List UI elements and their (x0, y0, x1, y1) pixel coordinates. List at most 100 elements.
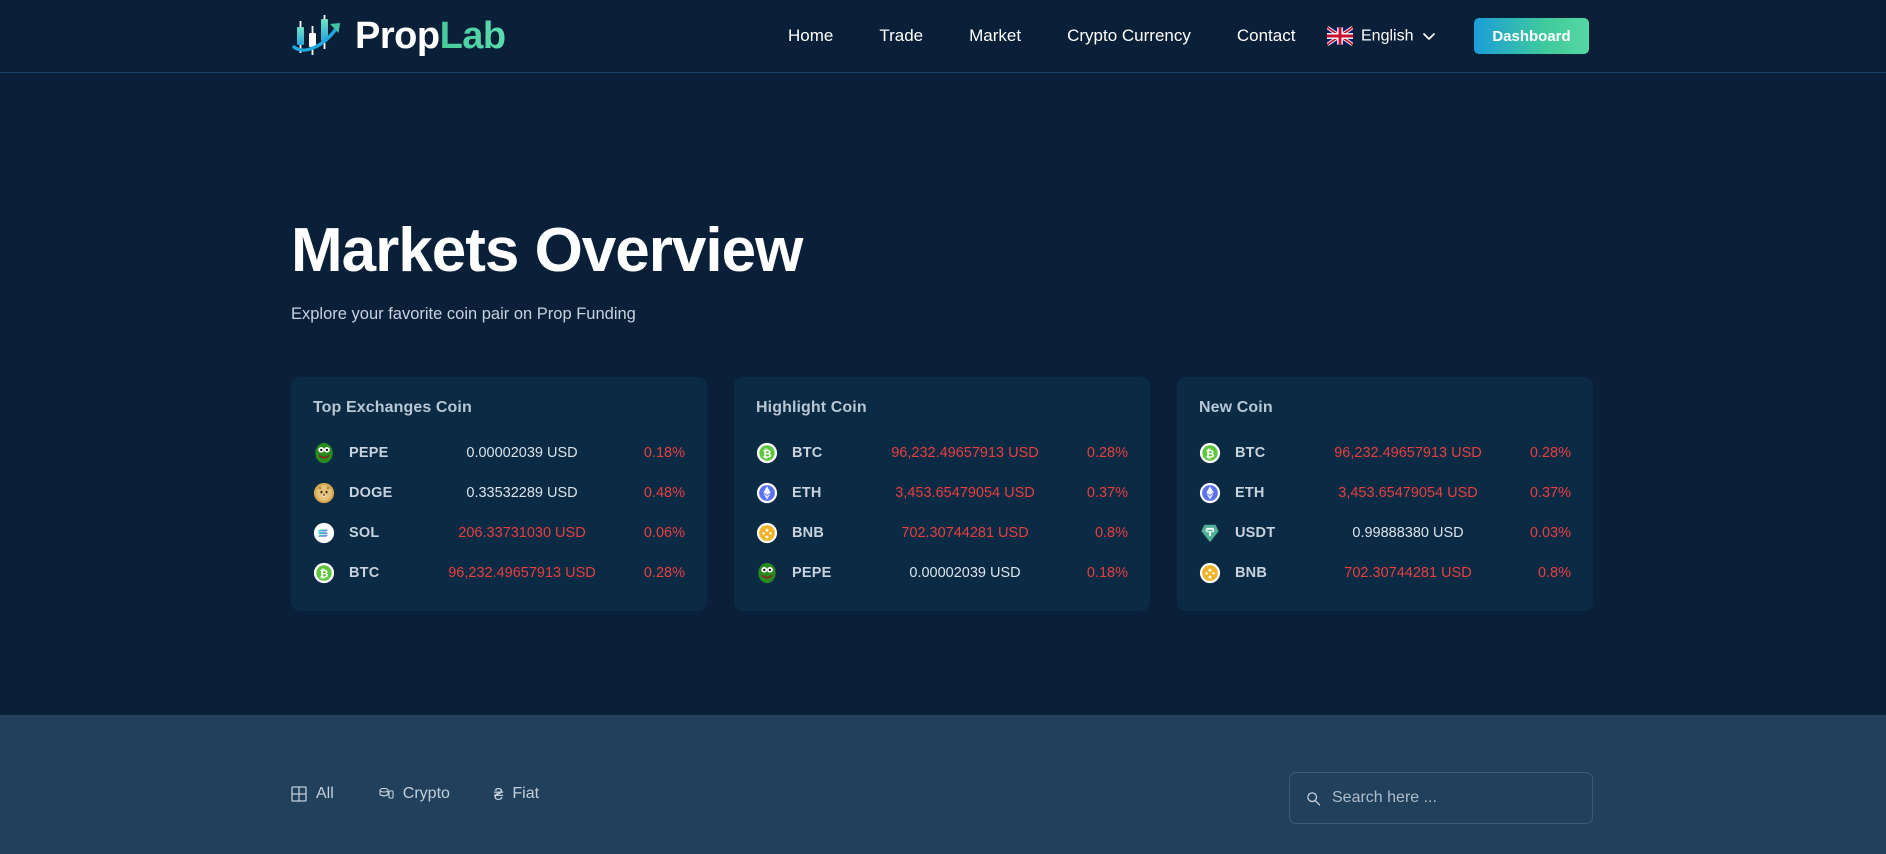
coin-row[interactable]: PEPE 0.00002039 USD 0.18% (313, 433, 685, 473)
page-title: Markets Overview (291, 218, 1886, 283)
coin-change-percent: 0.03% (1509, 525, 1571, 541)
coin-row[interactable]: ₿ BTC 96,232.49657913 USD 0.28% (313, 553, 685, 593)
eth-coin-icon (756, 482, 778, 504)
btc-coin-icon: ₿ (1199, 442, 1221, 464)
coin-symbol: USDT (1235, 525, 1307, 541)
search-input[interactable] (1332, 789, 1576, 807)
coin-change-percent: 0.18% (1066, 565, 1128, 581)
filter-tab-crypto[interactable]: Crypto (378, 785, 450, 803)
bnb-coin-icon (1199, 562, 1221, 584)
coin-row[interactable]: USDT 0.99888380 USD 0.03% (1199, 513, 1571, 553)
candlestick-chart-arrow-logo-icon (290, 13, 348, 59)
coin-symbol: BNB (1235, 565, 1307, 581)
brand-name-primary: Prop (355, 15, 440, 57)
doge-coin-icon (313, 482, 335, 504)
coin-row[interactable]: ₿ BTC 96,232.49657913 USD 0.28% (756, 433, 1128, 473)
nav-item-contact[interactable]: Contact (1237, 26, 1296, 46)
usdt-coin-icon (1199, 522, 1221, 544)
coin-row[interactable]: BNB 702.30744281 USD 0.8% (756, 513, 1128, 553)
language-label: English (1361, 27, 1413, 45)
coin-symbol: PEPE (349, 445, 421, 461)
svg-text:₿: ₿ (1206, 449, 1215, 461)
coin-price: 3,453.65479054 USD (864, 485, 1066, 501)
coin-symbol: PEPE (792, 565, 864, 581)
market-filter-tabs: All Crypto ₴ Fiat (291, 785, 539, 803)
coin-symbol: ETH (792, 485, 864, 501)
coin-row[interactable]: DOGE 0.33532289 USD 0.48% (313, 473, 685, 513)
site-header: PropLab Home Trade Market Crypto Currenc… (0, 0, 1886, 73)
bnb-coin-icon (756, 522, 778, 544)
coin-change-percent: 0.28% (1066, 445, 1128, 461)
hryvnia-currency-icon: ₴ (494, 786, 503, 803)
search-box[interactable] (1289, 772, 1593, 824)
main-navigation: Home Trade Market Crypto Currency Contac… (788, 26, 1295, 46)
coin-symbol: BTC (1235, 445, 1307, 461)
coin-change-percent: 0.37% (1066, 485, 1128, 501)
card-title: Highlight Coin (756, 399, 1128, 417)
uk-flag-icon (1327, 27, 1353, 46)
coin-change-percent: 0.8% (1066, 525, 1128, 541)
coin-symbol: SOL (349, 525, 421, 541)
card-highlight-coin: Highlight Coin ₿ BTC 96,232.49657913 USD… (734, 377, 1150, 611)
brand-name: PropLab (355, 17, 506, 55)
filter-tab-label: Crypto (403, 785, 450, 803)
coins-stack-icon (378, 786, 394, 802)
coin-price: 0.00002039 USD (864, 565, 1066, 581)
coin-price: 0.00002039 USD (421, 445, 623, 461)
coin-price: 0.99888380 USD (1307, 525, 1509, 541)
pepe-coin-icon (313, 442, 335, 464)
nav-item-trade[interactable]: Trade (879, 26, 923, 46)
footer-panel (0, 715, 1886, 854)
coin-row[interactable]: PEPE 0.00002039 USD 0.18% (756, 553, 1128, 593)
coin-symbol: ETH (1235, 485, 1307, 501)
market-cards: Top Exchanges Coin PEPE 0.00002039 USD 0… (291, 377, 1886, 611)
filter-tab-all[interactable]: All (291, 785, 334, 803)
coin-row[interactable]: BNB 702.30744281 USD 0.8% (1199, 553, 1571, 593)
coin-row[interactable]: ₿ BTC 96,232.49657913 USD 0.28% (1199, 433, 1571, 473)
btc-coin-icon: ₿ (756, 442, 778, 464)
nav-item-crypto-currency[interactable]: Crypto Currency (1067, 26, 1191, 46)
coin-price: 96,232.49657913 USD (421, 565, 623, 581)
chevron-down-icon (1423, 32, 1435, 40)
coin-change-percent: 0.18% (623, 445, 685, 461)
nav-item-home[interactable]: Home (788, 26, 833, 46)
coin-row[interactable]: SOL 206.33731030 USD 0.06% (313, 513, 685, 553)
card-title: New Coin (1199, 399, 1571, 417)
page-subtitle: Explore your favorite coin pair on Prop … (291, 305, 1886, 324)
coin-change-percent: 0.28% (623, 565, 685, 581)
coin-change-percent: 0.06% (623, 525, 685, 541)
coin-change-percent: 0.28% (1509, 445, 1571, 461)
hero-section: Markets Overview Explore your favorite c… (0, 73, 1886, 324)
filter-tab-fiat[interactable]: ₴ Fiat (494, 785, 539, 803)
coin-row[interactable]: ETH 3,453.65479054 USD 0.37% (756, 473, 1128, 513)
coin-price: 206.33731030 USD (421, 525, 623, 541)
coin-symbol: BNB (792, 525, 864, 541)
coin-price: 3,453.65479054 USD (1307, 485, 1509, 501)
dashboard-button[interactable]: Dashboard (1474, 18, 1589, 54)
btc-coin-icon: ₿ (313, 562, 335, 584)
filter-tab-label: Fiat (512, 785, 539, 803)
pepe-coin-icon (756, 562, 778, 584)
coin-price: 702.30744281 USD (1307, 565, 1509, 581)
coin-change-percent: 0.48% (623, 485, 685, 501)
coin-symbol: BTC (349, 565, 421, 581)
card-title: Top Exchanges Coin (313, 399, 685, 417)
search-icon (1306, 791, 1321, 806)
card-top-exchanges-coin: Top Exchanges Coin PEPE 0.00002039 USD 0… (291, 377, 707, 611)
coin-symbol: DOGE (349, 485, 421, 501)
coin-row[interactable]: ETH 3,453.65479054 USD 0.37% (1199, 473, 1571, 513)
language-selector[interactable]: English (1327, 27, 1435, 46)
coin-price: 702.30744281 USD (864, 525, 1066, 541)
svg-text:₿: ₿ (320, 569, 329, 581)
sol-coin-icon (313, 522, 335, 544)
coin-change-percent: 0.37% (1509, 485, 1571, 501)
eth-coin-icon (1199, 482, 1221, 504)
coin-price: 96,232.49657913 USD (864, 445, 1066, 461)
coin-symbol: BTC (792, 445, 864, 461)
coin-change-percent: 0.8% (1509, 565, 1571, 581)
brand-logo[interactable]: PropLab (290, 13, 506, 59)
grid-icon (291, 786, 307, 802)
filter-tab-label: All (316, 785, 334, 803)
coin-price: 0.33532289 USD (421, 485, 623, 501)
nav-item-market[interactable]: Market (969, 26, 1021, 46)
